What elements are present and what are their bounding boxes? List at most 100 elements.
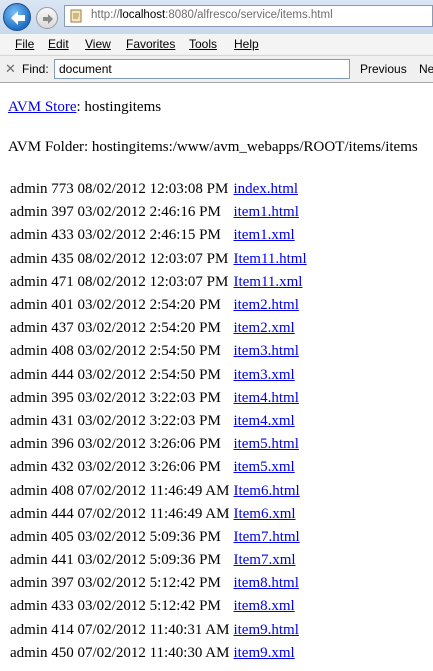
file-link-cell: item5.html bbox=[233, 433, 306, 456]
file-link[interactable]: item3.html bbox=[233, 343, 298, 359]
page-icon bbox=[70, 9, 82, 23]
file-link[interactable]: item1.html bbox=[233, 204, 298, 220]
address-bar[interactable]: http://localhost:8080/alfresco/service/i… bbox=[64, 5, 433, 27]
file-link[interactable]: Item7.html bbox=[233, 529, 299, 545]
file-meta: admin 433 03/02/2012 2:46:15 PM bbox=[10, 227, 221, 244]
url-host: localhost bbox=[119, 9, 166, 21]
table-row: admin 405 03/02/2012 5:09:36 PM Item7.htm… bbox=[10, 526, 307, 549]
table-row: admin 396 03/02/2012 3:26:06 PM item5.htm… bbox=[10, 433, 307, 456]
file-link[interactable]: index.html bbox=[233, 181, 298, 197]
file-link[interactable]: item2.xml bbox=[233, 320, 294, 336]
find-bar: ✕ Find: Previous Ne bbox=[0, 55, 433, 82]
file-link-cell: item3.xml bbox=[233, 364, 306, 387]
file-link-cell: item4.html bbox=[233, 387, 306, 410]
url-prefix: http:// bbox=[91, 9, 120, 21]
close-icon[interactable]: ✕ bbox=[5, 61, 16, 77]
file-link[interactable]: item8.html bbox=[233, 575, 298, 591]
table-row: admin 401 03/02/2012 2:54:20 PM item2.htm… bbox=[10, 294, 307, 317]
find-label: Find: bbox=[22, 62, 49, 76]
file-list-body: admin 773 08/02/2012 12:03:08 PM index.ht… bbox=[10, 178, 307, 665]
file-link-cell: item5.xml bbox=[233, 456, 306, 479]
file-link-cell: Item11.html bbox=[233, 248, 306, 271]
table-row: admin 414 07/02/2012 11:40:31 AM item9.ht… bbox=[10, 619, 307, 642]
menu-view[interactable]: View bbox=[85, 37, 111, 51]
menu-favorites[interactable]: Favorites bbox=[126, 37, 175, 51]
folder-path: AVM Folder: hostingitems:/www/avm_webapp… bbox=[8, 139, 418, 155]
file-link[interactable]: Item7.xml bbox=[233, 552, 295, 568]
menu-tools[interactable]: Tools bbox=[189, 37, 217, 51]
file-meta: admin 444 07/02/2012 11:46:49 AM bbox=[10, 505, 230, 522]
file-meta: admin 408 03/02/2012 2:54:50 PM bbox=[10, 343, 221, 360]
file-meta: admin 414 07/02/2012 11:40:31 AM bbox=[10, 621, 230, 638]
file-meta: admin 401 03/02/2012 2:54:20 PM bbox=[10, 297, 221, 314]
table-row: admin 471 08/02/2012 12:03:07 PM Item11.x… bbox=[10, 271, 307, 294]
file-link-cell: item9.xml bbox=[233, 642, 306, 665]
forward-arrow-icon bbox=[43, 14, 53, 24]
table-row: admin 773 08/02/2012 12:03:08 PM index.ht… bbox=[10, 178, 307, 201]
menu-favorites-label: Favorites bbox=[126, 37, 176, 51]
file-link-cell: Item7.html bbox=[233, 526, 306, 549]
file-list: admin 773 08/02/2012 12:03:08 PM index.ht… bbox=[10, 178, 307, 665]
table-row: admin 408 07/02/2012 11:46:49 AM Item6.ht… bbox=[10, 479, 307, 502]
find-previous-button[interactable]: Previous bbox=[360, 62, 407, 76]
file-link-cell: index.html bbox=[233, 178, 306, 201]
file-link[interactable]: item9.xml bbox=[233, 645, 294, 661]
find-next-button[interactable]: Ne bbox=[419, 62, 433, 76]
menu-edit[interactable]: Edit bbox=[48, 37, 69, 51]
menu-help[interactable]: Help bbox=[234, 37, 259, 51]
file-link[interactable]: item5.xml bbox=[233, 459, 294, 475]
file-meta: admin 444 03/02/2012 2:54:50 PM bbox=[10, 366, 221, 383]
table-row: admin 395 03/02/2012 3:22:03 PM item4.htm… bbox=[10, 387, 307, 410]
table-row: admin 444 07/02/2012 11:46:49 AM Item6.xm… bbox=[10, 503, 307, 526]
file-link[interactable]: item9.html bbox=[233, 622, 298, 638]
url-path: :8080/alfresco/service/items.html bbox=[165, 9, 333, 21]
file-link-cell: item8.xml bbox=[233, 595, 306, 618]
back-button[interactable] bbox=[3, 3, 31, 31]
table-row: admin 437 03/02/2012 2:54:20 PM item2.xml bbox=[10, 317, 307, 340]
file-link[interactable]: item2.html bbox=[233, 297, 298, 313]
menu-file[interactable]: File bbox=[15, 37, 34, 51]
file-meta: admin 432 03/02/2012 3:26:06 PM bbox=[10, 459, 221, 476]
find-input[interactable] bbox=[54, 59, 350, 79]
file-meta: admin 471 08/02/2012 12:03:07 PM bbox=[10, 273, 229, 290]
file-link[interactable]: Item11.html bbox=[233, 251, 306, 267]
menu-view-label: View bbox=[85, 37, 111, 51]
file-meta: admin 395 03/02/2012 3:22:03 PM bbox=[10, 389, 221, 406]
file-link[interactable]: item3.xml bbox=[233, 367, 294, 383]
page-content: AVM Store: hostingitems AVM Folder: host… bbox=[0, 82, 433, 671]
file-link-cell: Item6.xml bbox=[233, 503, 306, 526]
file-link[interactable]: item1.xml bbox=[233, 227, 294, 243]
table-row: admin 397 03/02/2012 2:46:16 PM item1.htm… bbox=[10, 201, 307, 224]
file-link-cell: Item7.xml bbox=[233, 549, 306, 572]
file-link-cell: Item6.html bbox=[233, 479, 306, 502]
file-link[interactable]: Item6.xml bbox=[233, 506, 295, 522]
avm-store-link[interactable]: AVM Store bbox=[8, 99, 76, 115]
forward-button[interactable] bbox=[36, 7, 58, 29]
table-row: admin 450 07/02/2012 11:40:30 AM item9.xm… bbox=[10, 642, 307, 665]
browser-chrome: http://localhost:8080/alfresco/service/i… bbox=[0, 0, 433, 83]
file-link-cell: item3.html bbox=[233, 340, 306, 363]
file-meta: admin 408 07/02/2012 11:46:49 AM bbox=[10, 482, 230, 499]
table-row: admin 433 03/02/2012 5:12:42 PM item8.xml bbox=[10, 595, 307, 618]
table-row: admin 444 03/02/2012 2:54:50 PM item3.xml bbox=[10, 364, 307, 387]
file-link-cell: item2.html bbox=[233, 294, 306, 317]
file-meta: admin 397 03/02/2012 2:46:16 PM bbox=[10, 204, 221, 221]
menu-tools-label: Tools bbox=[189, 37, 218, 51]
file-meta: admin 773 08/02/2012 12:03:08 PM bbox=[10, 181, 229, 198]
file-link-cell: item4.xml bbox=[233, 410, 306, 433]
table-row: admin 431 03/02/2012 3:22:03 PM item4.xml bbox=[10, 410, 307, 433]
file-link-cell: item1.html bbox=[233, 201, 306, 224]
table-row: admin 441 03/02/2012 5:09:36 PM Item7.xml bbox=[10, 549, 307, 572]
file-link[interactable]: item4.html bbox=[233, 390, 298, 406]
file-link[interactable]: item4.xml bbox=[233, 413, 294, 429]
file-link[interactable]: item5.html bbox=[233, 436, 298, 452]
file-link-cell: item9.html bbox=[233, 619, 306, 642]
file-link[interactable]: Item11.xml bbox=[233, 274, 302, 290]
file-link[interactable]: item8.xml bbox=[233, 598, 294, 614]
menu-bar: File Edit View Favorites Tools Help bbox=[0, 34, 433, 54]
table-row: admin 435 08/02/2012 12:03:07 PM Item11.h… bbox=[10, 248, 307, 271]
file-meta: admin 450 07/02/2012 11:40:30 AM bbox=[10, 644, 230, 661]
file-meta: admin 433 03/02/2012 5:12:42 PM bbox=[10, 598, 221, 615]
file-link[interactable]: Item6.html bbox=[233, 483, 299, 499]
table-row: admin 433 03/02/2012 2:46:15 PM item1.xml bbox=[10, 224, 307, 247]
